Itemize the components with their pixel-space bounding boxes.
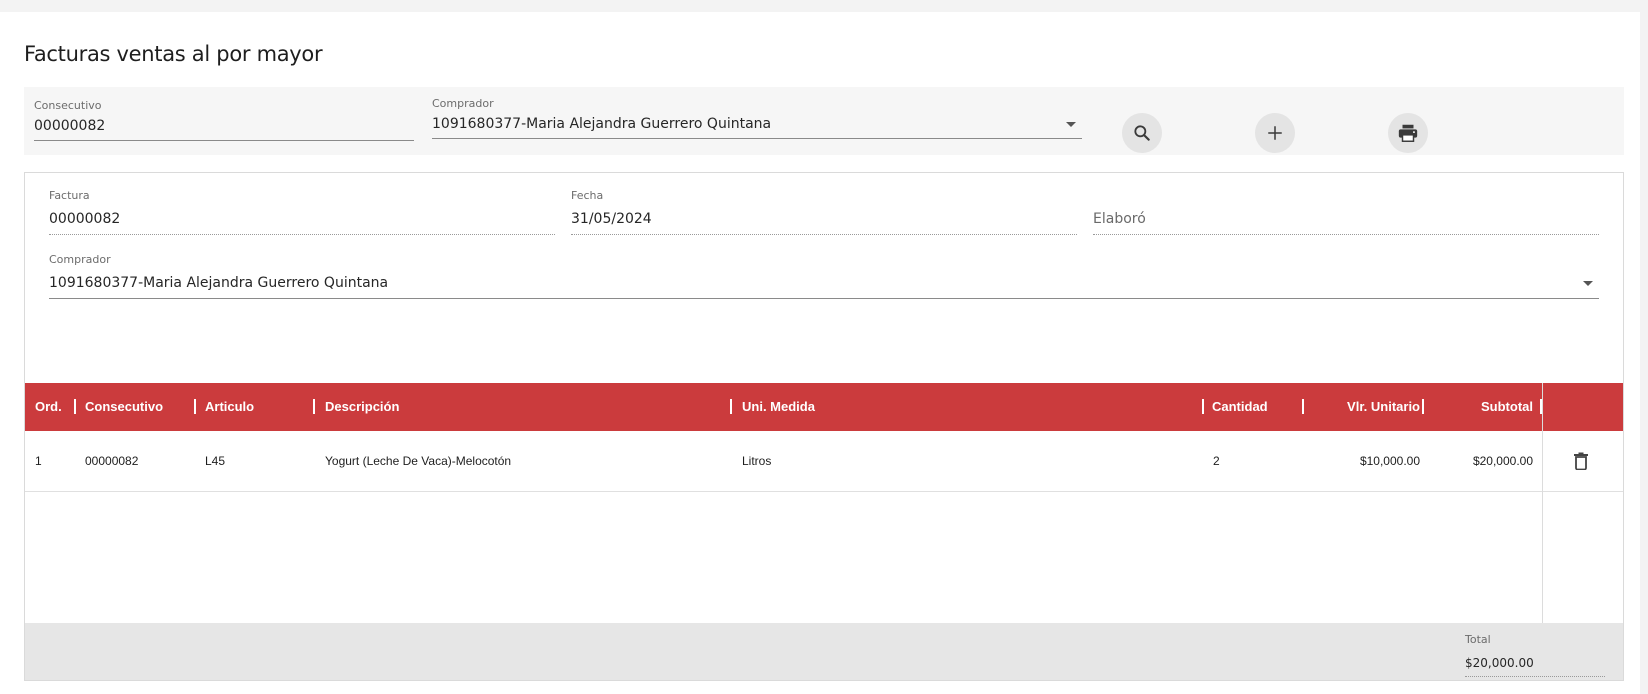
comprador-search-label: Comprador — [432, 97, 494, 110]
col-articulo[interactable]: Articulo — [205, 383, 254, 431]
cell-consecutivo: 00000082 — [85, 454, 139, 468]
add-button[interactable] — [1255, 113, 1295, 153]
table-row[interactable]: 1 00000082 L45 Yogurt (Leche De Vaca)-Me… — [25, 431, 1623, 492]
comprador-search-select[interactable]: Comprador 1091680377-Maria Alejandra Gue… — [432, 97, 1082, 139]
cell-descripcion: Yogurt (Leche De Vaca)-Melocotón — [325, 454, 512, 468]
fecha-label: Fecha — [571, 189, 604, 202]
chevron-down-icon[interactable] — [1066, 122, 1076, 127]
factura-value[interactable]: 00000082 — [49, 211, 120, 227]
plus-icon — [1268, 126, 1282, 140]
print-button[interactable] — [1388, 113, 1428, 153]
comprador-value[interactable]: 1091680377-Maria Alejandra Guerrero Quin… — [49, 275, 388, 291]
search-button[interactable] — [1122, 113, 1162, 153]
fecha-field[interactable]: Fecha 31/05/2024 — [571, 189, 1077, 235]
trash-icon — [1574, 452, 1588, 470]
consecutivo-underline — [34, 140, 414, 141]
cell-articulo: L45 — [205, 454, 226, 468]
col-descripcion[interactable]: Descripción — [325, 383, 399, 431]
col-subtotal[interactable]: Subtotal — [1435, 383, 1533, 431]
total-underline — [1465, 676, 1605, 677]
comprador-select[interactable]: Comprador 1091680377-Maria Alejandra Gue… — [49, 253, 1599, 299]
col-separator[interactable] — [730, 399, 732, 414]
elaboro-underline — [1093, 234, 1599, 235]
cell-subtotal: $20,000.00 — [1472, 454, 1533, 468]
factura-field[interactable]: Factura 00000082 — [49, 189, 555, 235]
col-consecutivo[interactable]: Consecutivo — [85, 383, 163, 431]
total-label: Total — [1465, 633, 1491, 646]
delete-row-button[interactable] — [1570, 450, 1592, 472]
consecutivo-label: Consecutivo — [34, 99, 102, 112]
search-icon — [1134, 125, 1150, 141]
total-field: Total $20,000.00 — [1465, 633, 1605, 677]
totals-footer: Total $20,000.00 — [25, 623, 1623, 680]
comprador-underline — [49, 298, 1599, 299]
cell-ord: 1 — [35, 454, 42, 468]
actions-column-divider — [1542, 383, 1543, 623]
cell-vlr-unitario: $10,000.00 — [1359, 454, 1420, 468]
fecha-value[interactable]: 31/05/2024 — [571, 211, 652, 227]
col-separator[interactable] — [1202, 399, 1204, 414]
col-separator[interactable] — [194, 399, 196, 414]
main-card: Facturas ventas al por mayor Consecutivo… — [0, 12, 1640, 694]
consecutivo-search-field[interactable]: Consecutivo 00000082 — [34, 99, 414, 141]
cell-cantidad: 2 — [1213, 454, 1220, 468]
comprador-search-underline — [432, 138, 1082, 139]
consecutivo-input[interactable]: 00000082 — [34, 118, 105, 134]
col-uni-medida[interactable]: Uni. Medida — [742, 383, 815, 431]
print-icon — [1398, 124, 1418, 142]
page-title: Facturas ventas al por mayor — [24, 42, 323, 66]
factura-label: Factura — [49, 189, 90, 202]
comprador-search-value[interactable]: 1091680377-Maria Alejandra Guerrero Quin… — [432, 116, 771, 132]
table-header: Ord. Consecutivo Articulo Descripción Un… — [25, 383, 1623, 431]
col-cantidad[interactable]: Cantidad — [1212, 383, 1268, 431]
col-separator[interactable] — [1302, 399, 1304, 414]
cell-uni-medida: Litros — [742, 454, 772, 468]
search-bar: Consecutivo 00000082 Comprador 109168037… — [24, 87, 1624, 155]
elaboro-placeholder[interactable]: Elaboró — [1093, 211, 1146, 227]
factura-underline — [49, 234, 555, 235]
col-vlr-unitario[interactable]: Vlr. Unitario — [1314, 383, 1420, 431]
elaboro-field[interactable]: Elaboró — [1093, 189, 1599, 235]
fecha-underline — [571, 234, 1077, 235]
invoice-panel: Factura 00000082 Fecha 31/05/2024 Elabor… — [24, 172, 1624, 681]
comprador-label: Comprador — [49, 253, 111, 266]
col-separator[interactable] — [74, 399, 76, 414]
chevron-down-icon[interactable] — [1583, 281, 1593, 286]
col-separator[interactable] — [1422, 399, 1424, 414]
col-separator[interactable] — [313, 399, 315, 414]
col-ord[interactable]: Ord. — [35, 383, 62, 431]
total-value: $20,000.00 — [1465, 656, 1534, 670]
